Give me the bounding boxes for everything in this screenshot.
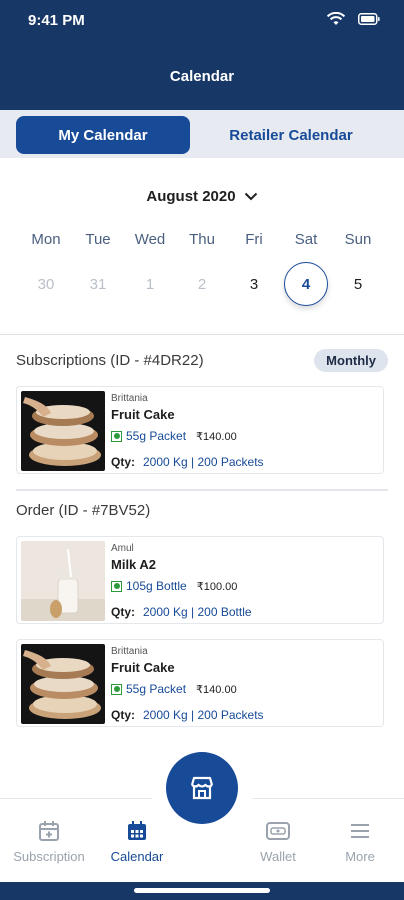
weekday-label: Sun: [344, 231, 372, 248]
nav-wallet[interactable]: Wallet: [238, 819, 318, 864]
date-cell-selected[interactable]: 4: [284, 262, 328, 306]
nav-label: Subscription: [13, 849, 85, 864]
date-cell[interactable]: 3: [228, 262, 280, 306]
date-cell[interactable]: 2: [176, 262, 228, 306]
month-label: August 2020: [146, 188, 236, 205]
product-card[interactable]: Amul Milk A2 105g Bottle ₹100.00 Qty: 200…: [16, 536, 384, 624]
home-indicator: [134, 888, 270, 893]
product-name: Milk A2: [111, 557, 157, 572]
date-cell[interactable]: 1: [124, 262, 176, 306]
date-cell[interactable]: 30: [20, 262, 72, 306]
qty-value: 2000 Kg | 200 Packets: [143, 708, 264, 722]
product-price: ₹140.00: [196, 683, 237, 696]
menu-icon: [351, 824, 369, 838]
weekday-label: Fri: [245, 231, 263, 248]
product-brand: Brittania: [111, 646, 148, 657]
date-row: 30 31 1 2 3 4 5: [20, 262, 384, 306]
product-qty: Qty: 2000 Kg | 200 Bottle: [111, 605, 252, 619]
product-brand: Amul: [111, 543, 134, 554]
wifi-icon: [326, 12, 346, 25]
weekday-label: Tue: [85, 231, 111, 248]
subscription-title: Subscriptions (ID - #4DR22): [16, 352, 204, 369]
order-title: Order (ID - #7BV52): [16, 502, 151, 519]
tab-my-calendar[interactable]: My Calendar: [16, 116, 190, 154]
qty-value: 2000 Kg | 200 Packets: [143, 455, 264, 469]
product-name: Fruit Cake: [111, 660, 175, 675]
calendar-plus-icon: [39, 821, 59, 841]
weekday-row: Mon Tue Wed Thu Fri Sat Sun: [20, 231, 384, 248]
veg-indicator-icon: [111, 580, 122, 592]
pack-size: 55g Packet: [126, 682, 187, 696]
product-qty: Qty: 2000 Kg | 200 Packets: [111, 455, 264, 469]
qty-label: Qty:: [111, 605, 135, 619]
veg-indicator-icon: [111, 683, 122, 695]
nav-label: More: [345, 849, 375, 864]
app-header: 9:41 PM Calendar: [0, 0, 404, 110]
chevron-down-icon: [244, 192, 257, 201]
veg-indicator-icon: [111, 430, 122, 442]
product-pack: 105g Bottle ₹100.00: [111, 579, 237, 593]
date-cell[interactable]: 31: [72, 262, 124, 306]
product-image: [21, 541, 105, 621]
date-cell[interactable]: 5: [332, 262, 384, 306]
product-price: ₹100.00: [196, 580, 238, 593]
status-icons: [326, 12, 380, 26]
weekday-label: Thu: [189, 231, 215, 248]
month-selector[interactable]: August 2020: [0, 188, 404, 205]
pack-size: 55g Packet: [126, 429, 187, 443]
product-name: Fruit Cake: [111, 407, 175, 422]
nav-subscription[interactable]: Subscription: [9, 819, 89, 864]
calendar-tabs: My Calendar Retailer Calendar: [0, 110, 404, 158]
product-pack: 55g Packet ₹140.00: [111, 682, 237, 696]
tab-retailer-calendar[interactable]: Retailer Calendar: [198, 116, 384, 154]
frequency-badge: Monthly: [314, 349, 388, 372]
nav-more[interactable]: More: [320, 819, 400, 864]
wallet-icon: [266, 822, 290, 840]
weekday-label: Mon: [31, 231, 61, 248]
product-qty: Qty: 2000 Kg | 200 Packets: [111, 708, 264, 722]
product-price: ₹140.00: [196, 430, 237, 443]
product-brand: Brittania: [111, 393, 148, 404]
home-indicator-area: [0, 882, 404, 900]
qty-label: Qty:: [111, 455, 135, 469]
product-card[interactable]: Brittania Fruit Cake 55g Packet ₹140.00 …: [16, 639, 384, 727]
weekday-label: Sat: [294, 231, 318, 248]
page-title: Calendar: [169, 68, 235, 85]
qty-label: Qty:: [111, 708, 135, 722]
status-time: 9:41 PM: [28, 12, 85, 29]
divider: [16, 489, 388, 491]
calendar-icon: [128, 821, 146, 840]
product-pack: 55g Packet ₹140.00: [111, 429, 237, 443]
pack-size: 105g Bottle: [126, 579, 187, 593]
battery-icon: [358, 13, 380, 25]
qty-value: 2000 Kg | 200 Bottle: [143, 605, 252, 619]
store-fab-button[interactable]: [166, 752, 238, 824]
product-card[interactable]: Brittania Fruit Cake 55g Packet ₹140.00 …: [16, 386, 384, 474]
weekday-label: Wed: [134, 231, 166, 248]
nav-label: Wallet: [260, 849, 296, 864]
product-image: [21, 644, 105, 724]
divider: [0, 334, 404, 335]
store-icon: [190, 776, 214, 800]
nav-label: Calendar: [110, 849, 164, 864]
product-image: [21, 391, 105, 471]
